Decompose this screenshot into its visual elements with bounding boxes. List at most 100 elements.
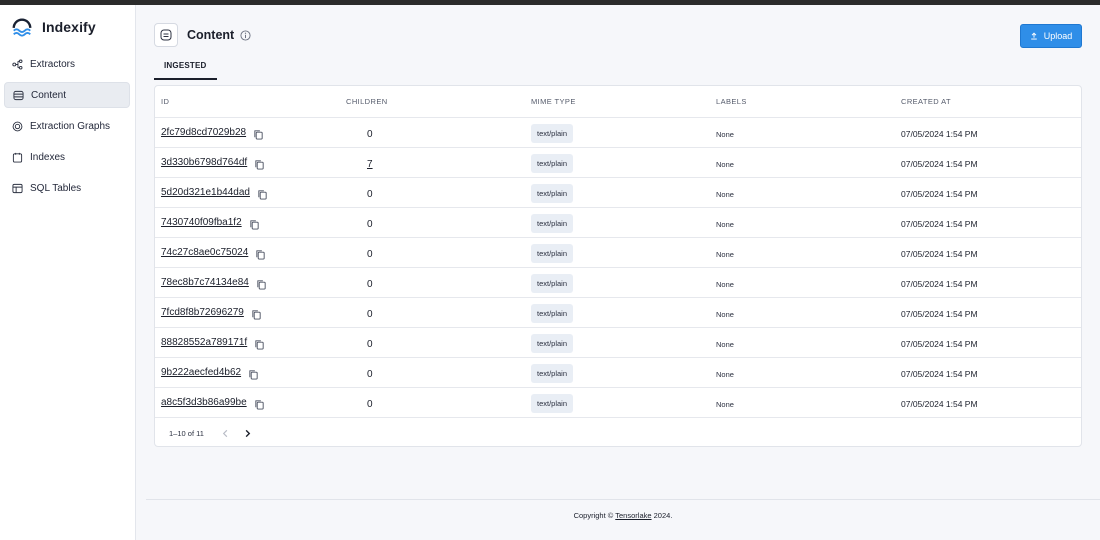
footer-tensorlake-link[interactable]: Tensorlake [615, 511, 651, 520]
chevron-right-icon [246, 429, 251, 437]
column-header-children[interactable]: CHILDREN [340, 97, 525, 106]
created-at-value: 07/05/2024 1:54 PM [901, 248, 978, 259]
tab-ingested[interactable]: INGESTED [154, 59, 217, 80]
table-row: 7430740f09fba1f2 0 text/plain None 07/05/202… [155, 208, 1081, 238]
children-count: 0 [367, 248, 373, 260]
sidebar-item-extractors[interactable]: Extractors [4, 51, 130, 77]
content-id-link[interactable]: 7fcd8f8b72696279 [161, 307, 244, 318]
next-page-button[interactable] [240, 425, 256, 441]
footer: Copyright © Tensorlake 2024. [146, 511, 1100, 520]
cell-id: 7fcd8f8b72696279 [155, 307, 340, 320]
table-row: 2fc79d8cd7029b28 0 text/plain None 07/05/202… [155, 118, 1081, 148]
sidebar-item-content[interactable]: Content [4, 82, 130, 108]
content-id-link[interactable]: a8c5f3d3b86a99be [161, 397, 247, 408]
cell-mime-type: text/plain [525, 273, 710, 293]
content-id-link[interactable]: 9b222aecfed4b62 [161, 367, 241, 378]
created-at-value: 07/05/2024 1:54 PM [901, 368, 978, 379]
content-id-link[interactable]: 7430740f09fba1f2 [161, 217, 242, 228]
cell-mime-type: text/plain [525, 153, 710, 173]
labels-value: None [716, 369, 734, 379]
content-id-link[interactable]: 3d330b6798d764df [161, 157, 247, 168]
mime-type-chip: text/plain [531, 153, 574, 173]
main-content: Content Upload INGESTED ID CHILDREN MIME… [136, 5, 1100, 540]
children-count: 0 [367, 278, 373, 290]
cell-created-at: 07/05/2024 1:54 PM [895, 394, 1081, 412]
sidebar-item-indexes[interactable]: Indexes [4, 144, 130, 170]
cell-labels: None [710, 364, 895, 382]
mime-type-chip: text/plain [531, 303, 574, 323]
pagination-range: 1–10 of 11 [169, 428, 204, 438]
copy-icon[interactable] [254, 397, 265, 410]
sidebar-item-label: Indexes [30, 151, 66, 163]
copy-icon[interactable] [249, 217, 260, 230]
column-header-id[interactable]: ID [155, 97, 340, 106]
chevron-left-icon [223, 429, 228, 437]
column-header-mime-type[interactable]: MIME TYPE [525, 97, 710, 106]
cell-children: 0 [340, 274, 525, 292]
content-id-link[interactable]: 2fc79d8cd7029b28 [161, 127, 246, 138]
table-row: 78ec8b7c74134e84 0 text/plain None 07/05/202… [155, 268, 1081, 298]
cell-created-at: 07/05/2024 1:54 PM [895, 274, 1081, 292]
copy-icon[interactable] [255, 247, 266, 260]
upload-icon [1030, 32, 1037, 40]
copy-icon[interactable] [251, 307, 262, 320]
content-table: ID CHILDREN MIME TYPE LABELS CREATED AT … [154, 85, 1082, 447]
copy-icon[interactable] [253, 127, 264, 140]
copy-icon[interactable] [256, 277, 267, 290]
copy-icon[interactable] [257, 187, 268, 200]
table-row: 74c27c8ae0c75024 0 text/plain None 07/05/202… [155, 238, 1081, 268]
cell-id: a8c5f3d3b86a99be [155, 397, 340, 410]
cell-id: 7430740f09fba1f2 [155, 217, 340, 230]
cell-children: 0 [340, 364, 525, 382]
table-row: a8c5f3d3b86a99be 0 text/plain None 07/05/202… [155, 388, 1081, 418]
footer-divider [146, 499, 1100, 500]
extractors-icon [12, 59, 23, 70]
table-icon [12, 183, 23, 194]
cell-id: 78ec8b7c74134e84 [155, 277, 340, 290]
created-at-value: 07/05/2024 1:54 PM [901, 278, 978, 289]
mime-type-chip: text/plain [531, 243, 574, 263]
cell-id: 88828552a789171f [155, 337, 340, 350]
content-id-link[interactable]: 74c27c8ae0c75024 [161, 247, 248, 258]
cell-labels: None [710, 184, 895, 202]
content-id-link[interactable]: 88828552a789171f [161, 337, 247, 348]
cell-id: 2fc79d8cd7029b28 [155, 127, 340, 140]
previous-page-button[interactable] [218, 425, 234, 441]
content-icon [13, 90, 24, 101]
cell-id: 5d20d321e1b44dad [155, 187, 340, 200]
indexify-logo-icon [12, 18, 32, 37]
content-id-link[interactable]: 5d20d321e1b44dad [161, 187, 250, 198]
cell-mime-type: text/plain [525, 333, 710, 353]
children-count[interactable]: 7 [346, 159, 373, 170]
sidebar-item-extraction-graphs[interactable]: Extraction Graphs [4, 113, 130, 139]
cell-created-at: 07/05/2024 1:54 PM [895, 364, 1081, 382]
copy-icon[interactable] [254, 337, 265, 350]
cell-children: 0 [340, 184, 525, 202]
tab-bar: INGESTED [154, 55, 217, 80]
sidebar-nav: Extractors Content Extraction Graphs Ind… [0, 51, 135, 201]
table-row: 7fcd8f8b72696279 0 text/plain None 07/05/202… [155, 298, 1081, 328]
table-row: 9b222aecfed4b62 0 text/plain None 07/05/2024… [155, 358, 1081, 388]
info-icon[interactable] [240, 29, 251, 41]
column-header-labels[interactable]: LABELS [710, 97, 895, 106]
content-icon [154, 23, 178, 47]
sidebar-item-sql-tables[interactable]: SQL Tables [4, 175, 130, 201]
mime-type-chip: text/plain [531, 213, 574, 233]
mime-type-chip: text/plain [531, 333, 574, 353]
cell-labels: None [710, 394, 895, 412]
labels-value: None [716, 279, 734, 289]
page-header: Content [154, 23, 251, 47]
copy-icon[interactable] [254, 157, 265, 170]
labels-value: None [716, 249, 734, 259]
sidebar: Indexify Extractors Content Extraction G… [0, 5, 136, 540]
copy-icon[interactable] [248, 367, 259, 380]
cell-children: 7 [340, 154, 525, 172]
column-header-created-at[interactable]: CREATED AT [895, 97, 1081, 106]
content-id-link[interactable]: 78ec8b7c74134e84 [161, 277, 249, 288]
brand[interactable]: Indexify [0, 9, 135, 45]
children-count: 0 [367, 398, 373, 410]
cell-labels: None [710, 334, 895, 352]
sidebar-item-label: Extraction Graphs [30, 120, 111, 132]
cell-mime-type: text/plain [525, 183, 710, 203]
upload-button[interactable]: Upload [1020, 24, 1082, 48]
